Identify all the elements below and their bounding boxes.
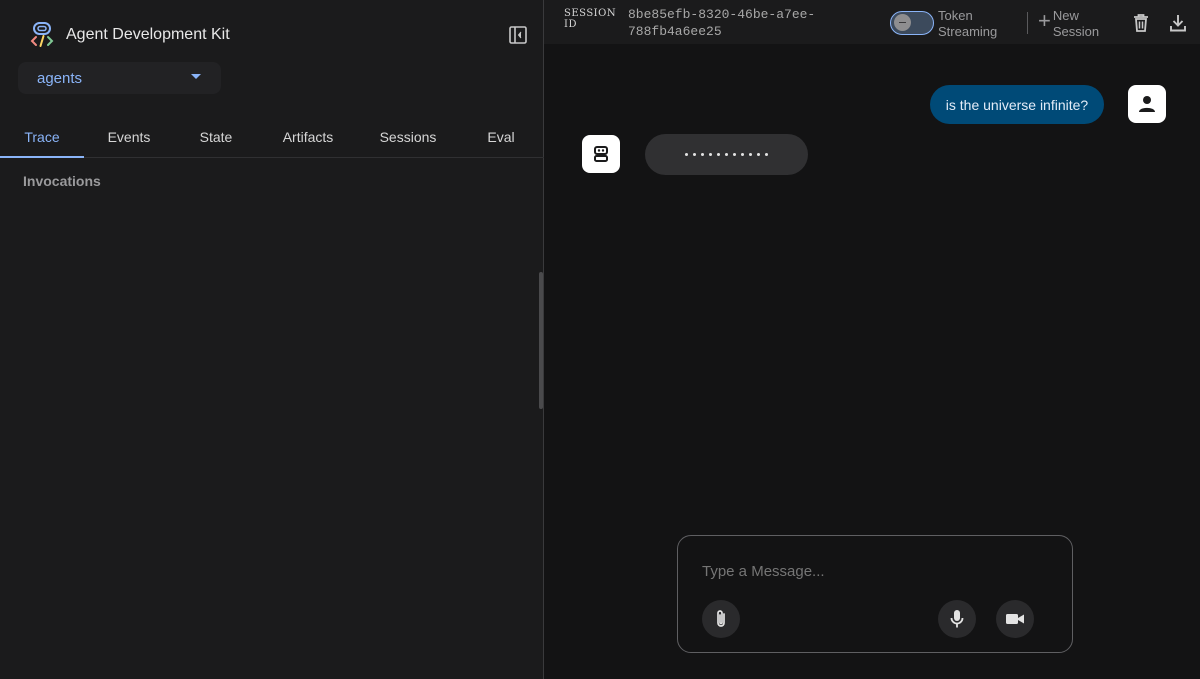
- agent-select[interactable]: agents: [18, 62, 221, 94]
- video-button[interactable]: [996, 600, 1034, 638]
- download-session-button[interactable]: [1167, 12, 1189, 34]
- collapse-sidebar-button[interactable]: [507, 24, 529, 46]
- app-window: Agent Development Kit agents Trace Event…: [0, 0, 1200, 679]
- dropdown-caret-icon: [191, 74, 201, 79]
- brand: Agent Development Kit: [30, 22, 230, 48]
- sidebar: Agent Development Kit agents Trace Event…: [0, 0, 544, 679]
- session-toolbar: SESSION ID 8be85efb-8320-46be-a7ee-788fb…: [544, 0, 1200, 44]
- mic-icon: [950, 610, 964, 628]
- delete-icon: [1134, 14, 1148, 32]
- tab-sessions[interactable]: Sessions: [358, 118, 458, 158]
- typing-indicator: [685, 153, 768, 156]
- user-avatar: [1128, 85, 1166, 123]
- agent-select-value: agents: [37, 69, 83, 87]
- app-title: Agent Development Kit: [66, 26, 230, 43]
- invocations-heading: Invocations: [23, 173, 101, 189]
- session-id-label: SESSION ID: [564, 8, 617, 30]
- sidebar-scrollbar[interactable]: [539, 272, 543, 409]
- new-session-button[interactable]: + New Session: [1038, 8, 1113, 40]
- message-composer: [677, 535, 1073, 653]
- adk-logo-icon: [30, 22, 54, 47]
- delete-session-button[interactable]: [1130, 12, 1152, 34]
- person-icon: [1139, 96, 1155, 112]
- microphone-button[interactable]: [938, 600, 976, 638]
- tab-events[interactable]: Events: [84, 118, 174, 158]
- toolbar-divider: [1027, 12, 1028, 34]
- tab-eval[interactable]: Eval: [458, 118, 544, 158]
- token-streaming-label: Token Streaming: [938, 8, 998, 39]
- robot-icon: [594, 146, 608, 162]
- collapse-panel-icon: [509, 26, 527, 44]
- tab-artifacts[interactable]: Artifacts: [258, 118, 358, 158]
- attach-file-button[interactable]: [702, 600, 740, 638]
- download-icon: [1170, 15, 1186, 32]
- user-message-bubble: is the universe infinite?: [930, 85, 1104, 124]
- session-id-value: 8be85efb-8320-46be-a7ee-788fb4a6ee25: [628, 7, 816, 39]
- attach-icon: [717, 610, 725, 627]
- panel-tabs: Trace Events State Artifacts Sessions Ev…: [0, 118, 544, 158]
- bot-message-bubble: [645, 134, 808, 175]
- message-input[interactable]: [702, 560, 1042, 582]
- token-streaming-toggle[interactable]: [890, 11, 934, 35]
- new-session-label: New Session: [1052, 8, 1100, 39]
- active-tab-indicator: [0, 156, 84, 158]
- plus-icon: +: [1038, 8, 1051, 33]
- chat-panel: SESSION ID 8be85efb-8320-46be-a7ee-788fb…: [544, 0, 1200, 679]
- toggle-knob: [894, 14, 911, 31]
- tab-state[interactable]: State: [174, 118, 258, 158]
- bot-avatar: [582, 135, 620, 173]
- videocam-icon: [1006, 614, 1024, 624]
- tab-trace[interactable]: Trace: [0, 118, 84, 158]
